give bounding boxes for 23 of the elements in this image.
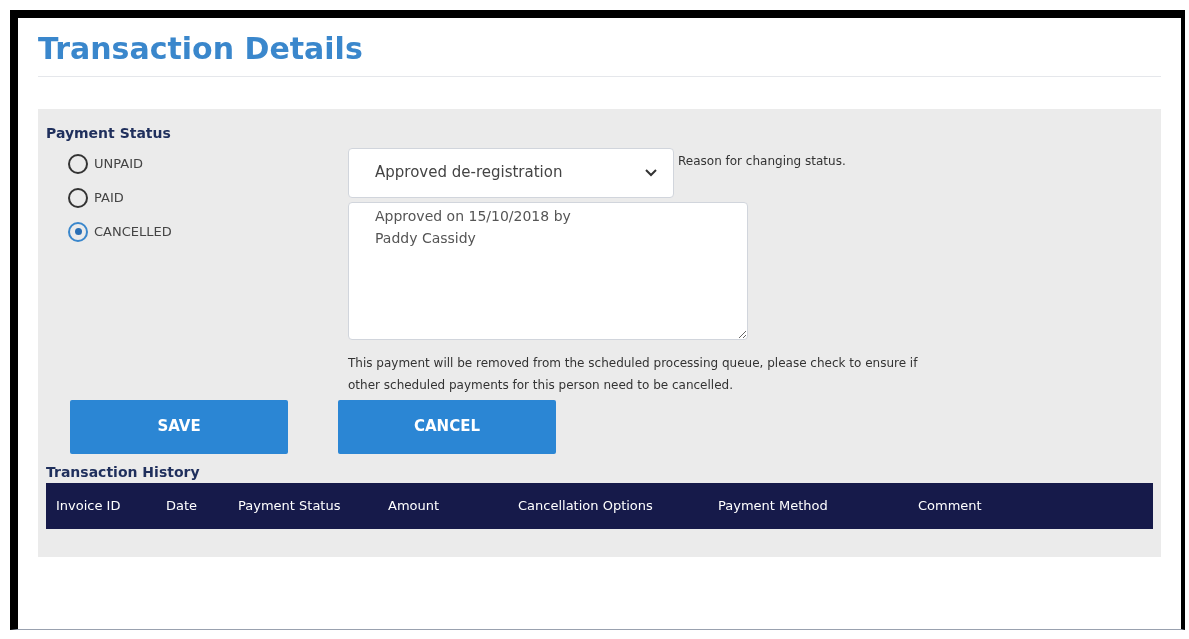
radio-option[interactable]: UNPAID: [68, 153, 348, 174]
column-header: Payment Method: [718, 496, 829, 515]
radio-button[interactable]: [68, 153, 88, 174]
column-header: Date: [166, 496, 199, 515]
radio-option[interactable]: CANCELLED: [68, 221, 348, 242]
radio-option[interactable]: PAID: [68, 187, 348, 208]
column-header: Amount: [388, 496, 441, 515]
column-header: Comment: [918, 496, 983, 515]
section-heading: Transaction History: [46, 462, 201, 482]
reason-hint: Reason for changing status.: [678, 152, 846, 170]
radio-button[interactable]: [68, 221, 88, 242]
column-header: Payment Status: [238, 496, 342, 515]
column-header: Cancellation Options: [518, 496, 654, 515]
reason-dropdown[interactable]: Approved de-registration: [348, 147, 674, 198]
column-header: Invoice ID: [56, 496, 122, 515]
section-heading: Payment Status: [46, 123, 172, 143]
notice-text: This payment will be removed from the scheduled processing queue, please check to ensure if other scheduled payments for this person need to be cancelled.: [348, 354, 919, 394]
chevron-down-icon: [645, 168, 657, 177]
comment-field[interactable]: Approved on 15/10/2018 by Paddy Cassidy: [348, 201, 748, 340]
page-title: Transaction Details: [38, 30, 364, 68]
save-button[interactable]: SAVE: [70, 399, 288, 454]
cancel-button[interactable]: CANCEL: [338, 399, 556, 454]
radio-button[interactable]: [68, 187, 88, 208]
